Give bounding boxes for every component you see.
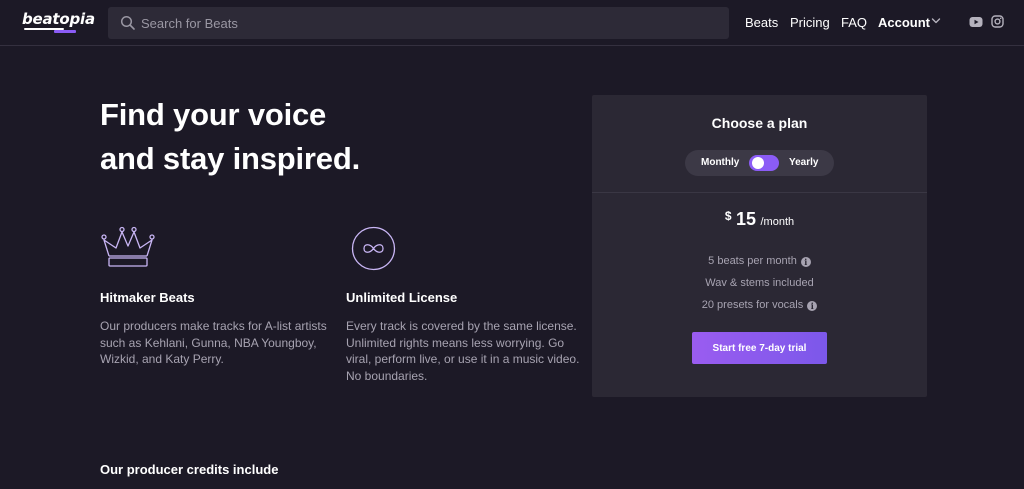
youtube-icon[interactable] <box>969 16 983 28</box>
billing-toggle[interactable]: Monthly Yearly <box>685 150 834 176</box>
plan-feature-text: 20 presets for vocals <box>701 299 804 311</box>
plan-price: $ 15 /month <box>592 209 927 230</box>
crown-icon <box>101 226 155 267</box>
info-icon[interactable]: i <box>807 301 818 311</box>
billing-switch[interactable] <box>749 155 779 171</box>
plan-feature-item: 20 presets for vocals i <box>592 299 927 311</box>
feature-title-hitmaker: Hitmaker Beats <box>100 290 195 305</box>
price-amount: 15 <box>736 209 757 229</box>
plan-title: Choose a plan <box>711 115 808 131</box>
plan-feature-item: 5 beats per month i <box>592 255 927 267</box>
toggle-monthly-label[interactable]: Monthly <box>701 157 739 168</box>
feature-description-hitmaker: Our producers make tracks for A-list art… <box>100 319 327 366</box>
top-navbar: beatopia Beats Pricing FAQ Account <box>0 0 1024 46</box>
start-trial-button[interactable]: Start free 7-day trial <box>692 332 827 364</box>
hero-title-line-2: and stay inspired. <box>100 141 360 176</box>
switch-knob <box>752 157 764 169</box>
chevron-down-icon[interactable] <box>931 17 941 25</box>
search-input[interactable] <box>141 7 711 39</box>
feature-title-license: Unlimited License <box>346 290 458 305</box>
nav-faq-link[interactable]: FAQ <box>841 15 867 30</box>
hero-title: Find your voice and stay inspired. <box>100 93 560 181</box>
infinity-icon <box>351 226 396 271</box>
hero-title-line-1: Find your voice <box>100 97 327 132</box>
price-currency: $ <box>724 209 732 223</box>
plan-card: Choose a plan Monthly Yearly $ 15 /month… <box>592 95 927 397</box>
instagram-icon[interactable] <box>991 15 1004 28</box>
plan-divider <box>592 192 927 193</box>
producer-credits-heading: Our producer credits include <box>100 462 279 477</box>
logo-underline <box>24 28 76 33</box>
plan-feature-text: 5 beats per month <box>708 255 797 267</box>
nav-account-menu[interactable]: Account <box>878 15 930 30</box>
info-icon[interactable]: i <box>800 257 811 267</box>
feature-description-license: Every track is covered by the same licen… <box>346 319 580 383</box>
plan-feature-text: Wav & stems included <box>705 277 814 289</box>
nav-beats-link[interactable]: Beats <box>745 15 778 30</box>
toggle-yearly-label[interactable]: Yearly <box>789 157 818 168</box>
nav-pricing-link[interactable]: Pricing <box>790 15 830 30</box>
search-bar[interactable] <box>108 7 729 39</box>
price-period: /month <box>760 216 795 228</box>
logo[interactable]: beatopia <box>22 10 95 28</box>
plan-feature-item: Wav & stems included <box>592 277 927 289</box>
search-icon <box>120 15 135 30</box>
